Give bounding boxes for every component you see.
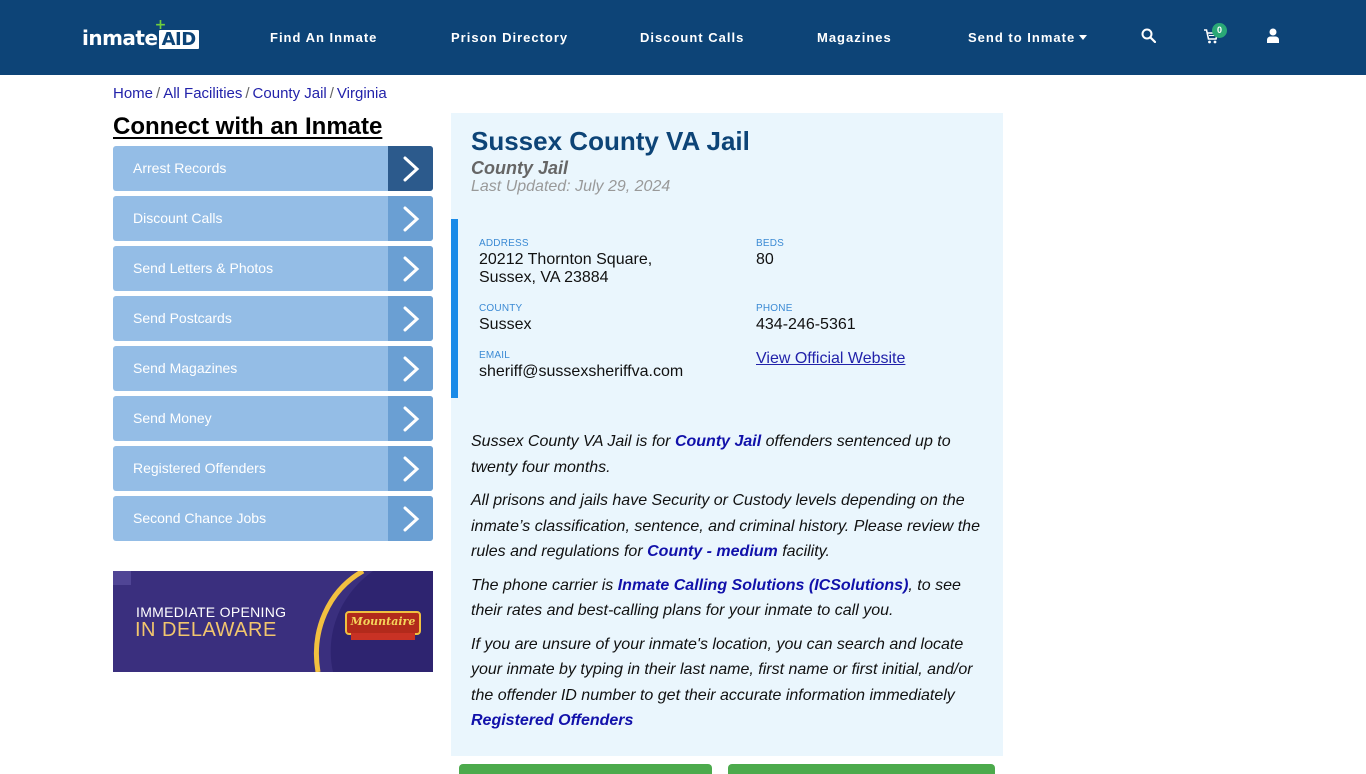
chevron-right-icon: [388, 446, 433, 491]
phone-label: PHONE: [756, 303, 793, 314]
description-paragraph: If you are unsure of your inmate's locat…: [471, 632, 986, 734]
breadcrumb-virginia[interactable]: Virginia: [337, 85, 387, 102]
email-label: EMAIL: [479, 350, 511, 361]
facility-type: County Jail: [471, 158, 569, 178]
email-field: EMAIL sheriff@sussexsheriffva.com: [479, 350, 683, 381]
search-icon[interactable]: [1141, 28, 1157, 48]
caret-down-icon: [1079, 35, 1088, 40]
logo-text: inmate: [82, 26, 158, 50]
cart-count-badge: 0: [1212, 23, 1227, 38]
registered-offenders-link[interactable]: Registered Offenders: [471, 712, 633, 729]
ad-banner-mountaire[interactable]: IMMEDIATE OPENING IN DELAWARE Mountaire: [113, 571, 433, 672]
breadcrumb-separator: /: [245, 85, 250, 102]
sidebar-item-label: Send Money: [133, 410, 212, 426]
chevron-right-icon: [388, 146, 433, 191]
county-label: COUNTY: [479, 303, 523, 314]
breadcrumb-separator: /: [329, 85, 334, 102]
description-paragraph: The phone carrier is Inmate Calling Solu…: [471, 573, 986, 624]
chevron-right-icon: [388, 496, 433, 541]
green-action-button-right[interactable]: [728, 764, 995, 774]
sidebar-item-send-postcards[interactable]: Send Postcards: [113, 296, 433, 341]
facility-description: Sussex County VA Jail is for County Jail…: [471, 429, 986, 742]
sidebar-menu: Arrest Records Discount Calls Send Lette…: [113, 146, 433, 546]
mountaire-tagline-bar: [351, 633, 415, 640]
view-official-website-link[interactable]: View Official Website: [756, 350, 905, 367]
sidebar-item-send-magazines[interactable]: Send Magazines: [113, 346, 433, 391]
phone-value: 434-246-5361: [756, 316, 856, 333]
green-action-button-left[interactable]: [459, 764, 712, 774]
sidebar-item-arrest-records[interactable]: Arrest Records: [113, 146, 433, 191]
sidebar-item-label: Send Postcards: [133, 310, 232, 326]
nav-discount-calls[interactable]: Discount Calls: [640, 30, 744, 45]
breadcrumb-home[interactable]: Home: [113, 85, 153, 102]
facility-title: Sussex County VA Jail: [471, 126, 750, 156]
site-header: inmate + AID Find An Inmate Prison Direc…: [0, 0, 1366, 75]
breadcrumb-county-jail[interactable]: County Jail: [253, 85, 327, 102]
county-value: Sussex: [479, 316, 532, 333]
email-value: sheriff@sussexsheriffva.com: [479, 363, 684, 380]
connect-with-inmate-heading: Connect with an Inmate: [113, 113, 383, 140]
text: The phone carrier is: [471, 576, 618, 594]
breadcrumb: Home / All Facilities / County Jail / Virginia: [113, 85, 387, 102]
chevron-right-icon: [388, 346, 433, 391]
sidebar-item-label: Registered Offenders: [133, 460, 266, 476]
address-line-2: Sussex, VA 23884: [479, 269, 609, 286]
text: If you are unsure of your inmate's locat…: [471, 635, 973, 704]
logo-plus-icon: +: [154, 17, 167, 33]
icsolutions-link[interactable]: Inmate Calling Solutions (ICSolutions): [618, 577, 909, 594]
ad-line-2: IN DELAWARE: [135, 619, 277, 641]
user-icon[interactable]: [1267, 28, 1279, 48]
address-label: ADDRESS: [479, 238, 529, 249]
sidebar-item-send-money[interactable]: Send Money: [113, 396, 433, 441]
description-paragraph: Sussex County VA Jail is for County Jail…: [471, 429, 986, 480]
sidebar-item-label: Send Magazines: [133, 360, 238, 376]
nav-magazines[interactable]: Magazines: [817, 30, 892, 45]
chevron-right-icon: [388, 396, 433, 441]
description-paragraph: All prisons and jails have Security or C…: [471, 488, 986, 565]
sidebar-item-label: Send Letters & Photos: [133, 260, 274, 276]
facility-info-box: ADDRESS 20212 Thornton Square, Sussex, V…: [451, 219, 1003, 398]
facility-panel: Sussex County VA Jail County Jail Last U…: [451, 113, 1003, 756]
text: facility.: [777, 543, 830, 560]
breadcrumb-all-facilities[interactable]: All Facilities: [163, 85, 242, 102]
chevron-right-icon: [388, 246, 433, 291]
inmateaid-logo[interactable]: inmate + AID: [82, 17, 199, 50]
sidebar-item-label: Arrest Records: [133, 160, 227, 176]
county-field: COUNTY Sussex: [479, 303, 531, 334]
sidebar-item-send-letters-photos[interactable]: Send Letters & Photos: [113, 246, 433, 291]
sidebar-item-second-chance-jobs[interactable]: Second Chance Jobs: [113, 496, 433, 541]
address-line-1: 20212 Thornton Square,: [479, 251, 653, 268]
mountaire-logo: Mountaire: [345, 611, 421, 635]
sidebar-item-label: Discount Calls: [133, 210, 223, 226]
county-jail-link[interactable]: County Jail: [675, 433, 761, 450]
beds-value: 80: [756, 251, 774, 268]
text: Sussex County VA Jail is for: [471, 433, 675, 450]
beds-label: BEDS: [756, 238, 785, 249]
sidebar-item-discount-calls[interactable]: Discount Calls: [113, 196, 433, 241]
last-updated: Last Updated: July 29, 2024: [471, 178, 671, 195]
county-medium-link[interactable]: County - medium: [647, 543, 778, 560]
nav-send-to-inmate[interactable]: Send to Inmate: [968, 30, 1088, 45]
phone-field: PHONE 434-246-5361: [756, 303, 856, 334]
ad-line-1: IMMEDIATE OPENING: [136, 604, 287, 620]
website-field: View Official Website: [756, 350, 905, 368]
nav-prison-directory[interactable]: Prison Directory: [451, 30, 568, 45]
sidebar-item-registered-offenders[interactable]: Registered Offenders: [113, 446, 433, 491]
nav-send-to-inmate-label: Send to Inmate: [968, 30, 1076, 45]
chevron-right-icon: [388, 296, 433, 341]
address-field: ADDRESS 20212 Thornton Square, Sussex, V…: [479, 238, 652, 287]
breadcrumb-separator: /: [156, 85, 161, 102]
nav-find-an-inmate[interactable]: Find An Inmate: [270, 30, 377, 45]
chevron-right-icon: [388, 196, 433, 241]
beds-field: BEDS 80: [756, 238, 784, 269]
sidebar-item-label: Second Chance Jobs: [133, 510, 267, 526]
